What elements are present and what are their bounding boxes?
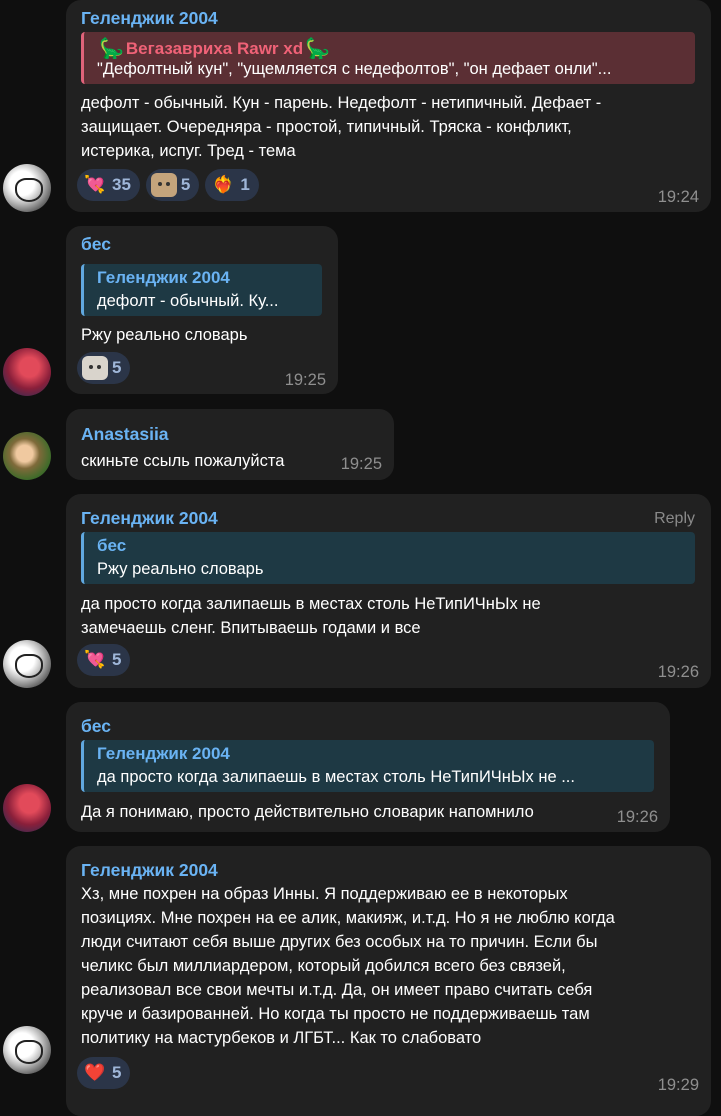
avatar[interactable] [3, 348, 51, 396]
avatar[interactable] [3, 432, 51, 480]
quote-author: Геленджик 2004 [97, 744, 230, 763]
reaction-count: 5 [112, 650, 122, 669]
sender-name[interactable]: бес [81, 234, 111, 255]
quote-text: да просто когда залипаешь в местах столь… [97, 768, 575, 786]
reply-quote[interactable]: бес Ржу реально словарь [81, 532, 695, 584]
message-bubble[interactable]: бес Геленджик 2004 да просто когда залип… [66, 702, 670, 832]
message-time: 19:25 [340, 455, 382, 473]
sender-name[interactable]: Геленджик 2004 [81, 860, 218, 881]
quote-text: дефолт - обычный. Ку... [97, 292, 279, 310]
avatar[interactable] [3, 640, 51, 688]
quote-author: бес [97, 536, 127, 555]
avatar[interactable] [3, 784, 51, 832]
reaction-heart-arrow[interactable]: 💘 35 [77, 169, 140, 201]
dinosaur-icon: 🦕 [305, 38, 331, 60]
message-time: 19:26 [616, 808, 658, 826]
message-bubble[interactable]: Геленджик 2004 Хз, мне похрен на образ И… [66, 846, 711, 1116]
red-heart-icon: ❤️ [84, 1063, 106, 1082]
sender-name[interactable]: Anastasiia [81, 424, 169, 445]
cat-sticker-icon [150, 173, 177, 197]
message-bubble[interactable]: бес Геленджик 2004 дефолт - обычный. Ку.… [66, 226, 338, 394]
reaction-count: 5 [180, 175, 191, 194]
reply-link[interactable]: Reply [654, 510, 695, 528]
reaction-count: 1 [240, 175, 250, 194]
sender-name[interactable]: Геленджик 2004 [81, 508, 218, 529]
message-text: скиньте ссыль пожалуйста [81, 452, 285, 470]
reply-quote[interactable]: 🦕 Вегазавриха Rawr xd 🦕 "Дефолтный кун",… [81, 32, 695, 84]
message-time: 19:26 [657, 663, 699, 681]
fire-heart-icon: ❤️‍🔥 [212, 175, 234, 194]
message-bubble[interactable]: Геленджик 2004 🦕 Вегазавриха Rawr xd 🦕 "… [66, 0, 711, 212]
sender-name[interactable]: бес [81, 716, 111, 737]
reaction-fire-heart[interactable]: ❤️‍🔥 1 [205, 169, 259, 201]
reaction-count: 5 [112, 358, 122, 377]
message-text: Хз, мне похрен на образ Инны. Я поддержи… [81, 885, 615, 1047]
quote-author: Геленджик 2004 [97, 268, 230, 287]
message-text: Да я понимаю, просто действительно слова… [81, 803, 534, 821]
message-bubble[interactable]: Anastasiia скиньте ссыль пожалуйста 19:2… [66, 409, 394, 480]
reaction-count: 35 [112, 175, 131, 194]
reaction-red-heart[interactable]: ❤️ 5 [77, 1057, 131, 1089]
heart-arrow-icon: 💘 [84, 650, 106, 669]
heart-arrow-icon: 💘 [84, 175, 106, 194]
message-time: 19:25 [284, 371, 326, 389]
message-text: да просто когда залипаешь в местах столь… [81, 595, 541, 637]
avatar[interactable] [3, 1026, 51, 1074]
message-bubble[interactable]: Геленджик 2004 Reply бес Ржу реально сло… [66, 494, 711, 688]
avatar[interactable] [3, 164, 51, 212]
message-text: дефолт - обычный. Кун - парень. Недефолт… [81, 94, 602, 160]
reaction-cat-sticker[interactable]: 5 [77, 352, 131, 384]
quote-text: "Дефолтный кун", "ущемляется с недефолто… [97, 60, 612, 78]
reply-quote[interactable]: Геленджик 2004 да просто когда залипаешь… [81, 740, 654, 792]
reply-quote[interactable]: Геленджик 2004 дефолт - обычный. Ку... [81, 264, 322, 316]
reaction-heart-arrow[interactable]: 💘 5 [77, 644, 131, 676]
message-text: Ржу реально словарь [81, 326, 248, 344]
sender-name[interactable]: Геленджик 2004 [81, 8, 218, 29]
quote-text: Ржу реально словарь [97, 560, 264, 578]
message-time: 19:29 [657, 1076, 699, 1094]
dinosaur-icon: 🦕 [99, 38, 124, 60]
reaction-cat-sticker[interactable]: 5 [145, 169, 200, 201]
message-time: 19:24 [657, 188, 699, 206]
reaction-count: 5 [112, 1063, 122, 1082]
quote-author: Вегазавриха Rawr xd [125, 38, 304, 58]
cat-sticker-icon [82, 356, 108, 380]
